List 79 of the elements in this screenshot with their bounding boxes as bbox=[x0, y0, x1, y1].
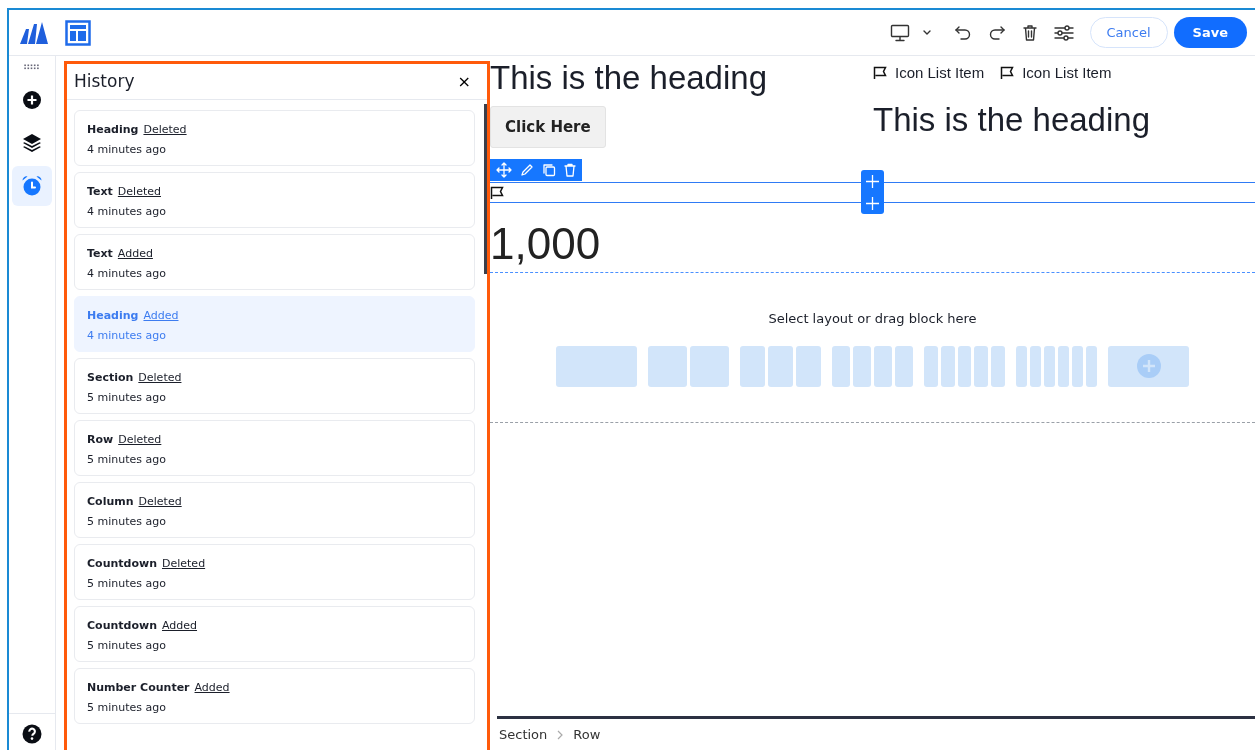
timestamp: 4 minutes ago bbox=[87, 203, 167, 220]
element-toolbar[interactable] bbox=[490, 159, 582, 181]
chevron-down-icon bbox=[921, 29, 932, 36]
plus-icon[interactable] bbox=[866, 174, 879, 188]
number-counter: 1,000 bbox=[490, 203, 1255, 273]
panel-title: History bbox=[74, 69, 135, 93]
plus-circle-icon bbox=[1136, 354, 1161, 378]
action-link[interactable]: Added bbox=[143, 309, 179, 322]
layout-icon[interactable] bbox=[65, 19, 91, 46]
help-icon[interactable] bbox=[22, 724, 42, 744]
timestamp: 4 minutes ago bbox=[87, 265, 167, 282]
history-entry[interactable]: Text Added 4 minutes ago bbox=[74, 234, 475, 290]
drop-prompt: Select layout or drag block here bbox=[768, 310, 977, 328]
element-name: Column bbox=[87, 495, 134, 508]
flag-icon bbox=[1000, 66, 1015, 81]
alarm-clock-icon bbox=[21, 175, 43, 197]
element-name: Row bbox=[87, 433, 114, 446]
layers-icon bbox=[22, 133, 42, 153]
element-name: Text bbox=[87, 247, 113, 260]
move-icon[interactable] bbox=[496, 162, 512, 178]
element-name: Text bbox=[87, 185, 113, 198]
history-entry[interactable]: Row Deleted 5 minutes ago bbox=[74, 420, 475, 476]
flag-icon bbox=[490, 185, 504, 200]
action-link[interactable]: Added bbox=[194, 681, 230, 694]
action-link[interactable]: Deleted bbox=[138, 371, 182, 384]
action-link[interactable]: Added bbox=[117, 247, 153, 260]
flag-icon bbox=[873, 66, 887, 81]
element-name: Heading bbox=[87, 123, 139, 136]
action-link[interactable]: Added bbox=[162, 619, 198, 632]
history-entry[interactable]: Heading Deleted 4 minutes ago bbox=[74, 110, 475, 166]
trash-icon[interactable] bbox=[564, 163, 576, 177]
breadcrumb-link[interactable]: Row bbox=[573, 724, 601, 745]
element-name: Number Counter bbox=[87, 681, 190, 694]
desktop-icon bbox=[889, 23, 910, 42]
chevron-right-icon bbox=[557, 729, 564, 740]
timestamp: 5 minutes ago bbox=[87, 575, 167, 592]
history-entry[interactable]: Heading Added 4 minutes ago bbox=[74, 296, 475, 352]
action-link[interactable]: Deleted bbox=[138, 495, 182, 508]
scrollbar-thumb[interactable] bbox=[484, 104, 487, 274]
list-item-text: Icon List Item bbox=[895, 63, 985, 83]
action-link[interactable]: Deleted bbox=[143, 123, 187, 136]
cancel-button[interactable]: Cancel bbox=[1089, 16, 1168, 49]
element-name: Countdown bbox=[87, 557, 157, 570]
redo-icon bbox=[987, 24, 1006, 41]
heading: This is the heading bbox=[490, 58, 768, 98]
selected-row[interactable] bbox=[490, 182, 1255, 203]
trash-icon bbox=[1021, 23, 1038, 42]
history-entry[interactable]: Text Deleted 4 minutes ago bbox=[74, 172, 475, 228]
element-name: Section bbox=[87, 371, 134, 384]
settings-icon bbox=[1053, 24, 1074, 41]
timestamp: 5 minutes ago bbox=[87, 513, 167, 530]
timestamp: 4 minutes ago bbox=[87, 141, 167, 158]
list-item-text: Icon List Item bbox=[1022, 63, 1112, 83]
pencil-icon[interactable] bbox=[520, 163, 534, 177]
undo-icon bbox=[953, 24, 972, 41]
history-entry[interactable]: Countdown Added 5 minutes ago bbox=[74, 606, 475, 662]
plus-circle-icon bbox=[22, 90, 42, 110]
save-button[interactable]: Save bbox=[1173, 16, 1247, 49]
plus-icon[interactable] bbox=[866, 196, 879, 210]
drag-handle-icon[interactable] bbox=[24, 64, 40, 70]
timestamp: 5 minutes ago bbox=[87, 389, 167, 406]
timestamp: 4 minutes ago bbox=[87, 327, 167, 344]
element-name: Heading bbox=[87, 309, 139, 322]
timestamp: 5 minutes ago bbox=[87, 637, 167, 654]
duplicate-icon[interactable] bbox=[542, 163, 556, 177]
element-name: Countdown bbox=[87, 619, 157, 632]
history-entry[interactable]: Section Deleted 5 minutes ago bbox=[74, 358, 475, 414]
history-entry[interactable]: Column Deleted 5 minutes ago bbox=[74, 482, 475, 538]
action-link[interactable]: Deleted bbox=[118, 433, 162, 446]
timestamp: 5 minutes ago bbox=[87, 451, 167, 468]
close-button[interactable]: × bbox=[453, 69, 475, 94]
history-entry[interactable]: Number Counter Added 5 minutes ago bbox=[74, 668, 475, 724]
heading: This is the heading bbox=[873, 99, 1150, 140]
action-link[interactable]: Deleted bbox=[162, 557, 206, 570]
breadcrumb-link[interactable]: Section bbox=[499, 724, 548, 745]
history-entry[interactable]: Countdown Deleted 5 minutes ago bbox=[74, 544, 475, 600]
click-here-button[interactable]: Click Here bbox=[490, 105, 606, 149]
timestamp: 5 minutes ago bbox=[87, 699, 167, 716]
action-link[interactable]: Deleted bbox=[117, 185, 161, 198]
